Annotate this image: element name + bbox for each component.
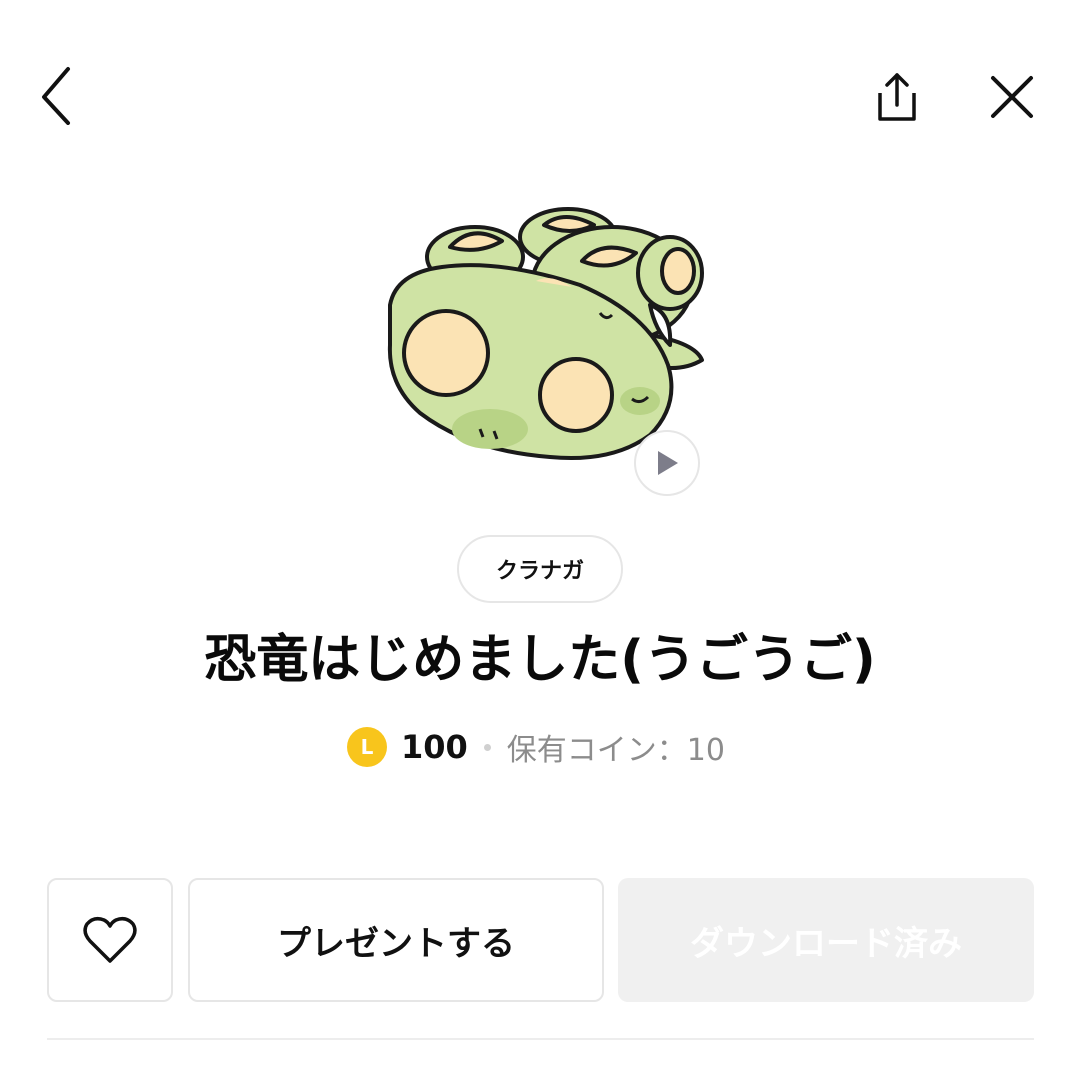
- sticker-detail-screen: クラナガ 恐竜はじめました(うごうご) L 100 保有コイン：10 プレゼント…: [0, 0, 1080, 1080]
- sticker-title: 恐竜はじめました(うごうご): [204, 630, 876, 690]
- price-value: 100: [401, 728, 468, 766]
- share-button[interactable]: [862, 62, 932, 132]
- close-icon: [991, 76, 1033, 118]
- line-coin-icon: L: [347, 727, 387, 767]
- favorite-button[interactable]: [47, 878, 173, 1002]
- author-name: クラナガ: [495, 559, 584, 584]
- play-preview-button[interactable]: [634, 430, 700, 496]
- back-button[interactable]: [28, 60, 88, 130]
- author-chip[interactable]: クラナガ: [457, 535, 623, 603]
- divider: [47, 1038, 1034, 1040]
- gift-button[interactable]: プレゼントする: [188, 878, 604, 1002]
- price-row: L 100 保有コイン：10: [0, 722, 1080, 772]
- downloaded-button-label: ダウンロード済み: [690, 923, 962, 964]
- close-button[interactable]: [976, 62, 1048, 132]
- chevron-left-icon: [42, 67, 70, 125]
- owned-coins: 保有コイン：10: [506, 733, 725, 768]
- play-icon: [658, 451, 678, 475]
- share-icon: [878, 73, 916, 121]
- heart-icon: [83, 916, 137, 963]
- gift-button-label: プレゼントする: [277, 923, 515, 964]
- downloaded-button: ダウンロード済み: [618, 878, 1034, 1002]
- separator-dot: [483, 743, 491, 751]
